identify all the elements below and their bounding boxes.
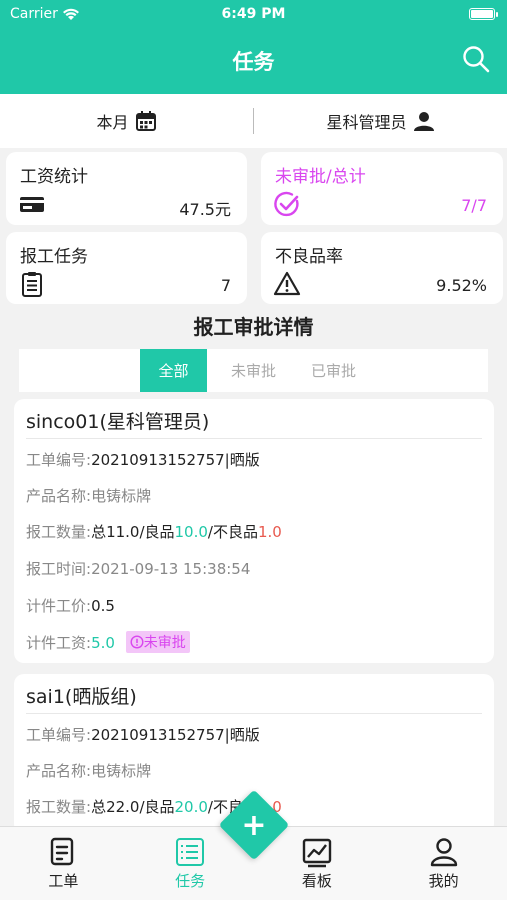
status-bar: Carrier 6:49 PM — [0, 0, 507, 28]
approval-stat-value: 7/7 — [461, 196, 487, 215]
time-row: 报工时间:2021-09-13 15:38:54 — [26, 558, 250, 579]
approval-stat-card[interactable]: 未审批/总计 7/7 — [261, 152, 503, 225]
section-title: 报工审批详情 — [193, 315, 314, 339]
role-label: 星科管理员 — [326, 113, 407, 132]
plus-icon: + — [241, 807, 267, 843]
battery-icon — [469, 8, 498, 20]
product-row: 产品名称:电铸标牌 — [26, 760, 151, 781]
tab-pending[interactable]: 未审批 — [220, 349, 287, 392]
task-stat-card[interactable]: 报工任务 7 — [6, 232, 247, 304]
report-card[interactable]: sinco01(星科管理员) 工单编号:20210913152757|晒版 产品… — [14, 399, 494, 663]
tab-approved[interactable]: 已审批 — [300, 349, 367, 392]
task-stat-label: 报工任务 — [20, 247, 88, 267]
calendar-icon — [135, 111, 156, 131]
filter-bar: 本月 星科管理员 — [0, 94, 507, 148]
user-icon — [413, 112, 434, 131]
time-label: 报工时间: — [26, 560, 92, 578]
wage-stat-label: 工资统计 — [20, 167, 88, 187]
quantity-good: 20.0 — [174, 798, 208, 816]
time-value: 2021-09-13 15:38:54 — [91, 560, 251, 578]
user-icon — [430, 838, 457, 867]
product-label: 产品名称: — [26, 487, 92, 505]
clipboard-icon — [22, 272, 42, 297]
quantity-good: 10.0 — [174, 523, 208, 541]
order-label: 工单编号: — [26, 726, 92, 744]
product-value: 电铸标牌 — [91, 762, 152, 780]
tabbar-label-dashboard: 看板 — [301, 872, 332, 890]
report-title: sai1(晒版组) — [26, 686, 137, 708]
wage-label: 计件工资: — [26, 634, 92, 652]
wallet-icon — [20, 197, 44, 212]
quantity-row: 报工数量:总11.0/良品10.0/不良品1.0 — [26, 521, 282, 542]
role-selector[interactable]: 星科管理员 — [254, 109, 507, 133]
status-time: 6:49 PM — [221, 6, 286, 22]
price-label: 计件工价: — [26, 597, 92, 615]
status-label: 未审批 — [143, 635, 186, 651]
document-icon — [51, 837, 74, 866]
product-row: 产品名称:电铸标牌 — [26, 485, 151, 506]
tab-all[interactable]: 全部 — [140, 349, 207, 392]
check-circle-icon — [274, 191, 299, 217]
approval-stat-label: 未审批/总计 — [275, 167, 366, 187]
page-title: 任务 — [232, 50, 275, 74]
wage-row: 计件工资:5.0 未审批 — [26, 631, 190, 653]
order-value: 20210913152757|晒版 — [91, 726, 260, 744]
period-selector[interactable]: 本月 — [0, 109, 253, 133]
chart-icon — [302, 838, 332, 868]
order-value: 20210913152757|晒版 — [91, 451, 260, 469]
app-header: Carrier 6:49 PM 任务 — [0, 0, 507, 94]
price-value: 0.5 — [91, 597, 115, 615]
order-label: 工单编号: — [26, 451, 92, 469]
list-icon — [176, 838, 205, 866]
wage-value: 5.0 — [91, 634, 115, 652]
tabbar-label-orders: 工单 — [48, 872, 79, 890]
product-value: 电铸标牌 — [91, 487, 152, 505]
quantity-total: 总22.0/良品 — [91, 798, 175, 816]
warning-icon — [273, 271, 301, 296]
order-row: 工单编号:20210913152757|晒版 — [26, 449, 260, 470]
tabbar-label-tasks: 任务 — [175, 872, 206, 890]
defect-rate-value: 9.52% — [436, 276, 487, 295]
report-divider — [26, 438, 482, 439]
quantity-bad: 1.0 — [257, 523, 282, 541]
quantity-total: 总11.0/良品 — [91, 523, 175, 541]
task-stat-value: 7 — [220, 276, 231, 295]
quantity-label: 报工数量: — [26, 798, 92, 816]
report-title: sinco01(星科管理员) — [26, 411, 210, 433]
tabbar-item-profile[interactable]: 我的 — [380, 827, 507, 900]
period-label: 本月 — [96, 113, 129, 132]
info-icon — [130, 635, 144, 649]
defect-rate-label: 不良品率 — [275, 247, 343, 267]
wage-stat-value: 47.5元 — [179, 200, 231, 219]
wage-stat-card[interactable]: 工资统计 47.5元 — [6, 152, 247, 225]
search-icon[interactable] — [461, 44, 491, 74]
defect-rate-card[interactable]: 不良品率 9.52% — [261, 232, 503, 304]
tabbar-item-orders[interactable]: 工单 — [0, 827, 127, 900]
price-row: 计件工价:0.5 — [26, 595, 115, 616]
report-divider — [26, 713, 482, 714]
approval-tabs: 全部 未审批 已审批 — [19, 349, 488, 392]
tabbar-label-profile: 我的 — [428, 872, 459, 890]
product-label: 产品名称: — [26, 762, 92, 780]
quantity-bad-label: /不良品 — [207, 523, 258, 541]
order-row: 工单编号:20210913152757|晒版 — [26, 724, 260, 745]
status-badge: 未审批 — [125, 631, 190, 653]
quantity-label: 报工数量: — [26, 523, 92, 541]
